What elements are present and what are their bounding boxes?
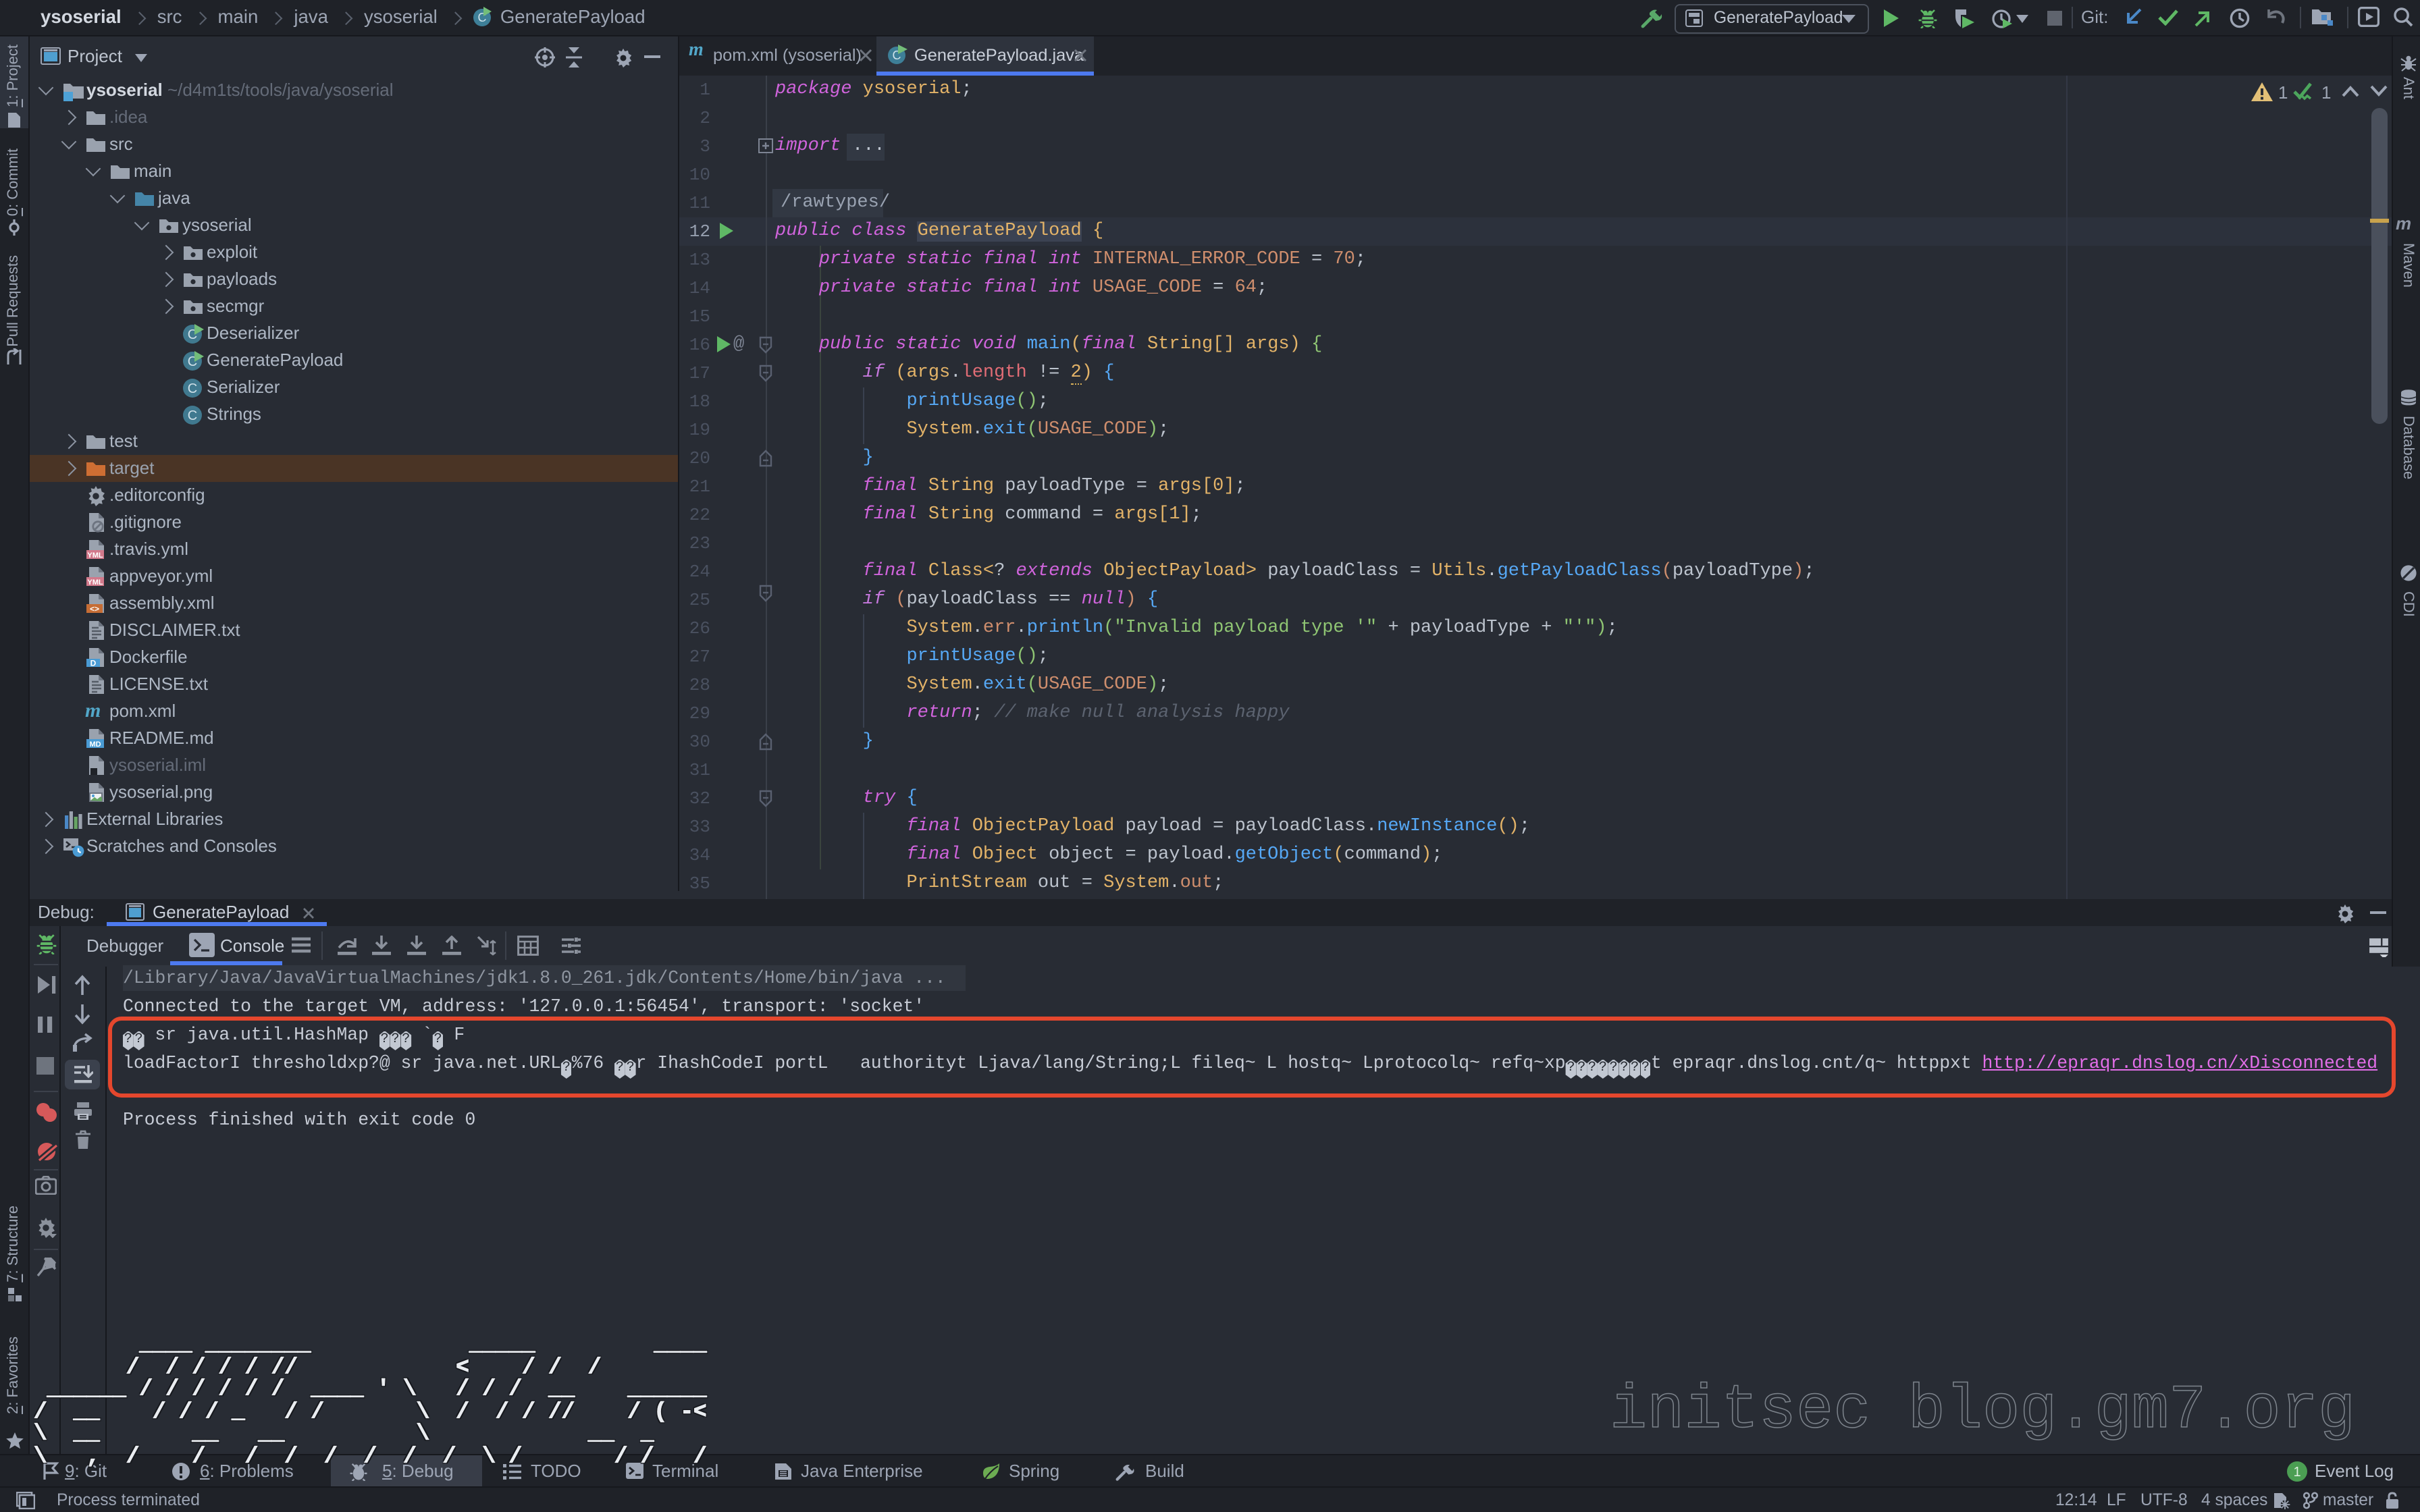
svg-text:YML: YML: [87, 551, 103, 560]
svg-text:D: D: [90, 658, 97, 668]
svg-text:1: 1: [2293, 1465, 2300, 1480]
svg-text:C: C: [188, 408, 197, 423]
svg-text:YML: YML: [87, 578, 103, 587]
svg-text:MD: MD: [89, 740, 101, 749]
svg-text:C: C: [188, 381, 197, 396]
svg-text:<>: <>: [90, 604, 99, 614]
